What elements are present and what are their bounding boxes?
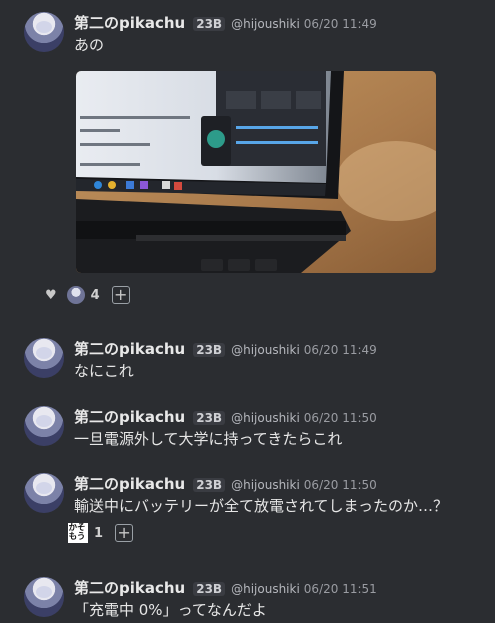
author-name[interactable]: 第二のpikachu [74, 12, 185, 33]
grade-tag: 23B [193, 582, 226, 596]
avatar-reaction-icon [66, 286, 85, 304]
heart-icon[interactable]: ♥ [45, 288, 57, 303]
grade-tag: 23B [193, 17, 226, 31]
timestamp: 06/20 11:49 [303, 343, 377, 357]
stamp-text: かそもう [68, 523, 86, 542]
timestamp: 06/20 11:50 [303, 478, 377, 492]
timestamp: 06/20 11:49 [303, 17, 377, 31]
author-name[interactable]: 第二のpikachu [74, 577, 185, 598]
message-text: 「充電中 0%」ってなんだよ [74, 601, 267, 619]
avatar[interactable] [24, 338, 64, 378]
user-handle[interactable]: @hijoushiki [231, 411, 300, 425]
timestamp: 06/20 11:51 [303, 582, 377, 596]
message-text: 一旦電源外して大学に持ってきたらこれ [74, 430, 343, 448]
kaso-stamp-icon: かそもう [68, 523, 88, 543]
user-handle[interactable]: @hijoushiki [231, 17, 300, 31]
reaction-count: 4 [90, 287, 100, 303]
message-header: 第二のpikachu 23B @hijoushiki 06/20 11:49 [74, 338, 377, 359]
attached-photo[interactable] [76, 71, 436, 273]
avatar[interactable] [24, 406, 64, 446]
user-handle[interactable]: @hijoushiki [231, 343, 300, 357]
message-header: 第二のpikachu 23B @hijoushiki 06/20 11:50 [74, 406, 377, 427]
grade-tag: 23B [193, 478, 226, 492]
avatar[interactable] [24, 577, 64, 617]
reaction-chip[interactable]: 4 [66, 286, 100, 304]
reaction-bar: かそもう 1 + [68, 523, 134, 543]
add-reaction-button[interactable]: + [111, 286, 130, 304]
author-name[interactable]: 第二のpikachu [74, 406, 185, 427]
message-text: なにこれ [74, 362, 134, 380]
message-header: 第二のpikachu 23B @hijoushiki 06/20 11:51 [74, 577, 377, 598]
add-reaction-button[interactable]: + [115, 524, 134, 542]
reaction-chip[interactable]: かそもう 1 [68, 523, 103, 543]
message-text: あの [74, 36, 105, 54]
message-text: 輸送中にバッテリーが全て放電されてしまったのか…？ [74, 497, 448, 515]
author-name[interactable]: 第二のpikachu [74, 473, 185, 494]
user-handle[interactable]: @hijoushiki [231, 478, 300, 492]
author-name[interactable]: 第二のpikachu [74, 338, 185, 359]
message-header: 第二のpikachu 23B @hijoushiki 06/20 11:49 [74, 12, 377, 33]
reaction-bar: ♥ 4 + [45, 286, 130, 304]
avatar[interactable] [24, 473, 64, 513]
timestamp: 06/20 11:50 [303, 411, 377, 425]
grade-tag: 23B [193, 343, 226, 357]
message-header: 第二のpikachu 23B @hijoushiki 06/20 11:50 [74, 473, 377, 494]
grade-tag: 23B [193, 411, 226, 425]
avatar[interactable] [24, 12, 64, 52]
laptop-photo [76, 71, 436, 273]
user-handle[interactable]: @hijoushiki [231, 582, 300, 596]
reaction-count: 1 [94, 525, 104, 541]
